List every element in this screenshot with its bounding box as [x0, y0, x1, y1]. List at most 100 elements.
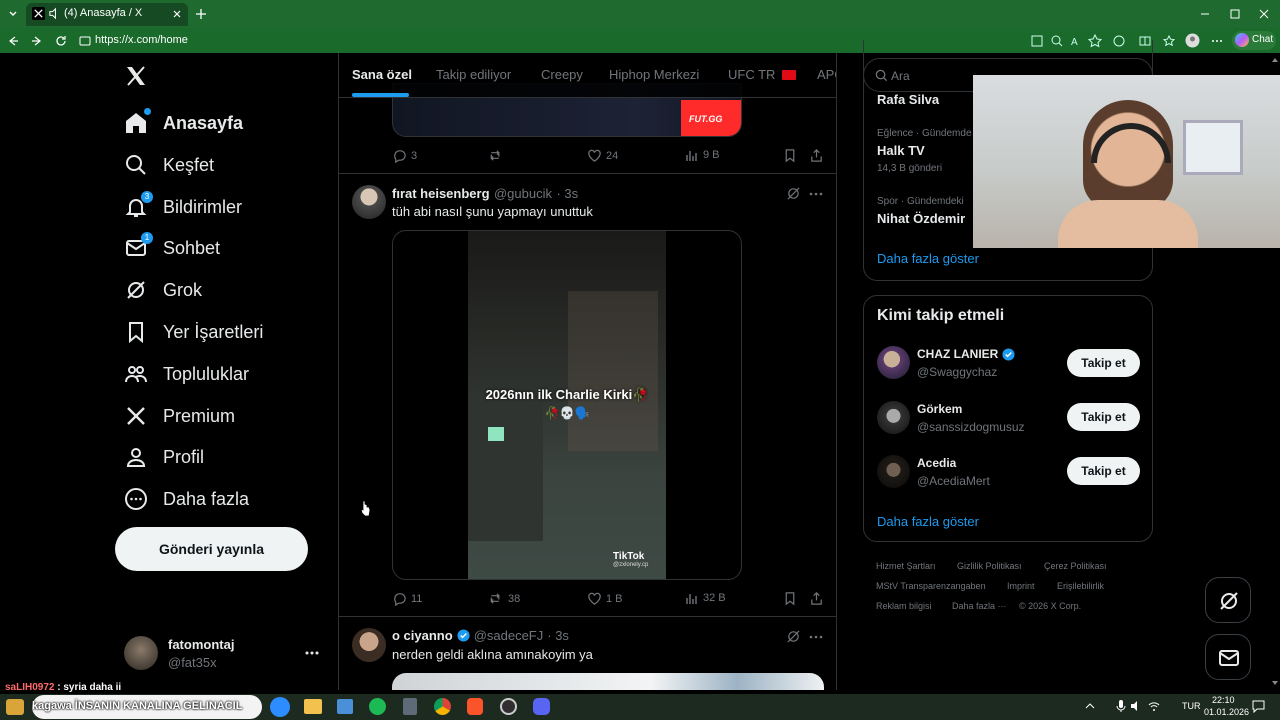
search-bar[interactable]: kagawa İNSANIN KANALINA GELINACIL — [32, 695, 262, 719]
trend-name[interactable]: Rafa Silva — [877, 92, 939, 107]
tab-creepy[interactable]: Creepy — [541, 67, 583, 82]
favorites-icon[interactable] — [1162, 34, 1176, 48]
calculator-icon[interactable] — [403, 698, 417, 715]
scroll-down-icon[interactable] — [1271, 680, 1279, 686]
tab-close-icon[interactable] — [171, 8, 185, 22]
clock-time[interactable]: 22:10 — [1212, 695, 1235, 705]
account-switcher[interactable]: fatomontaj @fat35x — [120, 632, 330, 674]
back-icon[interactable] — [6, 34, 20, 48]
clock-date[interactable]: 01.01.2026 — [1204, 707, 1249, 717]
repost-button[interactable]: 38 — [488, 591, 520, 606]
author-handle[interactable]: @gubucik — [494, 186, 552, 201]
follow-button[interactable]: Takip et — [1067, 457, 1140, 485]
tweet-time[interactable]: · 3s — [547, 628, 569, 643]
tweet-media[interactable] — [392, 673, 824, 690]
user-name[interactable]: Acedia — [917, 456, 956, 470]
spotify-icon[interactable] — [369, 698, 386, 715]
views-button[interactable]: 32 B — [685, 591, 726, 605]
page-scrollbar[interactable] — [1271, 55, 1279, 690]
browser-tab-active[interactable]: (4) Anasayfa / X — [26, 3, 188, 26]
author-handle[interactable]: @sadeceFJ — [474, 628, 544, 643]
user-name[interactable]: Görkem — [917, 402, 962, 416]
footer-link[interactable]: Hizmet Şartları — [876, 561, 936, 571]
refresh-icon[interactable] — [54, 34, 68, 48]
tweet-time[interactable]: · 3s — [556, 186, 578, 201]
repost-button[interactable] — [488, 148, 508, 163]
timeline[interactable]: FUT.GG 3 24 9 B fırat heisenberg @gubuci… — [338, 53, 837, 690]
mic-icon[interactable] — [1116, 699, 1126, 713]
new-tab-icon[interactable] — [194, 7, 208, 21]
show-more-trends[interactable]: Daha fazla göster — [877, 251, 979, 266]
nav-explore[interactable]: Keşfet — [124, 150, 214, 180]
network-icon[interactable] — [1148, 700, 1160, 712]
settings-more-icon[interactable] — [1210, 34, 1224, 48]
nav-profile[interactable]: Profil — [124, 442, 204, 472]
tab-ufc-tr[interactable]: UFC TR — [728, 67, 797, 82]
author-name[interactable]: fırat heisenberg — [392, 186, 490, 201]
avatar[interactable] — [877, 401, 910, 434]
follow-button[interactable]: Takip et — [1067, 349, 1140, 377]
more-dots-icon[interactable] — [809, 634, 823, 640]
grok-icon[interactable] — [786, 629, 801, 644]
grok-icon[interactable] — [786, 186, 801, 201]
minimize-icon[interactable] — [1198, 7, 1212, 21]
footer-link[interactable]: Daha fazla ··· — [952, 601, 1007, 611]
author-name[interactable]: o ciyanno — [392, 628, 453, 643]
share-icon[interactable] — [809, 148, 824, 163]
more-dots-icon[interactable] — [809, 191, 823, 197]
tab-list-icon[interactable] — [6, 7, 20, 21]
bookmark-icon[interactable] — [783, 148, 797, 163]
tweet-video[interactable]: 2026nın ilk Charlie Kirki🥀 🥀💀🗣️ TikTok @… — [392, 230, 742, 580]
reply-button[interactable]: 3 — [392, 148, 417, 163]
restore-icon[interactable] — [1228, 7, 1242, 21]
forward-icon[interactable] — [30, 34, 44, 48]
notification-center-icon[interactable] — [1252, 700, 1265, 713]
nav-chat[interactable]: 1 Sohbet — [124, 232, 220, 263]
tweet[interactable]: o ciyanno @sadeceFJ · 3s nerden geldi ak… — [339, 617, 836, 690]
url-field[interactable]: https://x.com/home — [95, 34, 188, 46]
messages-float-button[interactable] — [1205, 634, 1251, 680]
follow-user-name[interactable]: CHAZ LANIER — [917, 347, 1015, 361]
trend-name[interactable]: Halk TV — [877, 143, 925, 158]
nav-communities[interactable]: Topluluklar — [124, 359, 249, 389]
speaker-icon[interactable] — [48, 7, 62, 21]
tweet[interactable]: fırat heisenberg @gubucik · 3s tüh abi n… — [339, 174, 836, 617]
copilot-chat-button[interactable]: Chat — [1232, 31, 1276, 50]
taskbar-app-icon[interactable] — [337, 699, 353, 714]
footer-link[interactable]: Gizlilik Politikası — [957, 561, 1022, 571]
file-explorer-icon[interactable] — [304, 699, 322, 714]
site-info-icon[interactable] — [78, 34, 92, 48]
grok-float-button[interactable] — [1205, 577, 1251, 623]
nav-premium[interactable]: Premium — [124, 401, 235, 431]
language-indicator[interactable]: TUR — [1182, 701, 1201, 711]
reply-button[interactable]: 11 — [392, 591, 422, 606]
nav-more[interactable]: Daha fazla — [124, 484, 249, 514]
x-logo-icon[interactable] — [124, 64, 148, 88]
trend-name[interactable]: Nihat Özdemir — [877, 211, 965, 226]
like-button[interactable]: 24 — [587, 148, 618, 163]
like-button[interactable]: 1 B — [587, 591, 623, 606]
avatar[interactable] — [352, 185, 386, 219]
footer-link[interactable]: Çerez Politikası — [1044, 561, 1107, 571]
widgets-icon[interactable] — [6, 699, 24, 715]
avatar[interactable] — [352, 628, 386, 662]
bookmark-icon[interactable] — [783, 591, 797, 606]
tab-following[interactable]: Takip ediliyor — [436, 67, 511, 82]
close-window-icon[interactable] — [1257, 7, 1271, 21]
views-button[interactable]: 9 B — [685, 148, 720, 162]
obs-icon[interactable] — [500, 698, 517, 715]
nav-grok[interactable]: Grok — [124, 275, 202, 305]
nav-bookmarks[interactable]: Yer İşaretleri — [124, 317, 263, 347]
profile-avatar-icon[interactable] — [1185, 33, 1200, 48]
share-icon[interactable] — [809, 591, 824, 606]
discord-icon[interactable] — [533, 698, 550, 715]
scroll-up-icon[interactable] — [1271, 57, 1279, 63]
tab-apo[interactable]: APO — [817, 67, 836, 82]
nav-notifications[interactable]: 3 Bildirimler — [124, 191, 242, 222]
tab-hiphop[interactable]: Hiphop Merkezi — [609, 67, 699, 82]
brave-icon[interactable] — [467, 698, 483, 715]
tab-for-you[interactable]: Sana özel — [352, 67, 412, 82]
chrome-icon[interactable] — [434, 698, 451, 715]
avatar[interactable] — [877, 455, 910, 488]
footer-link[interactable]: Reklam bilgisi — [876, 601, 932, 611]
